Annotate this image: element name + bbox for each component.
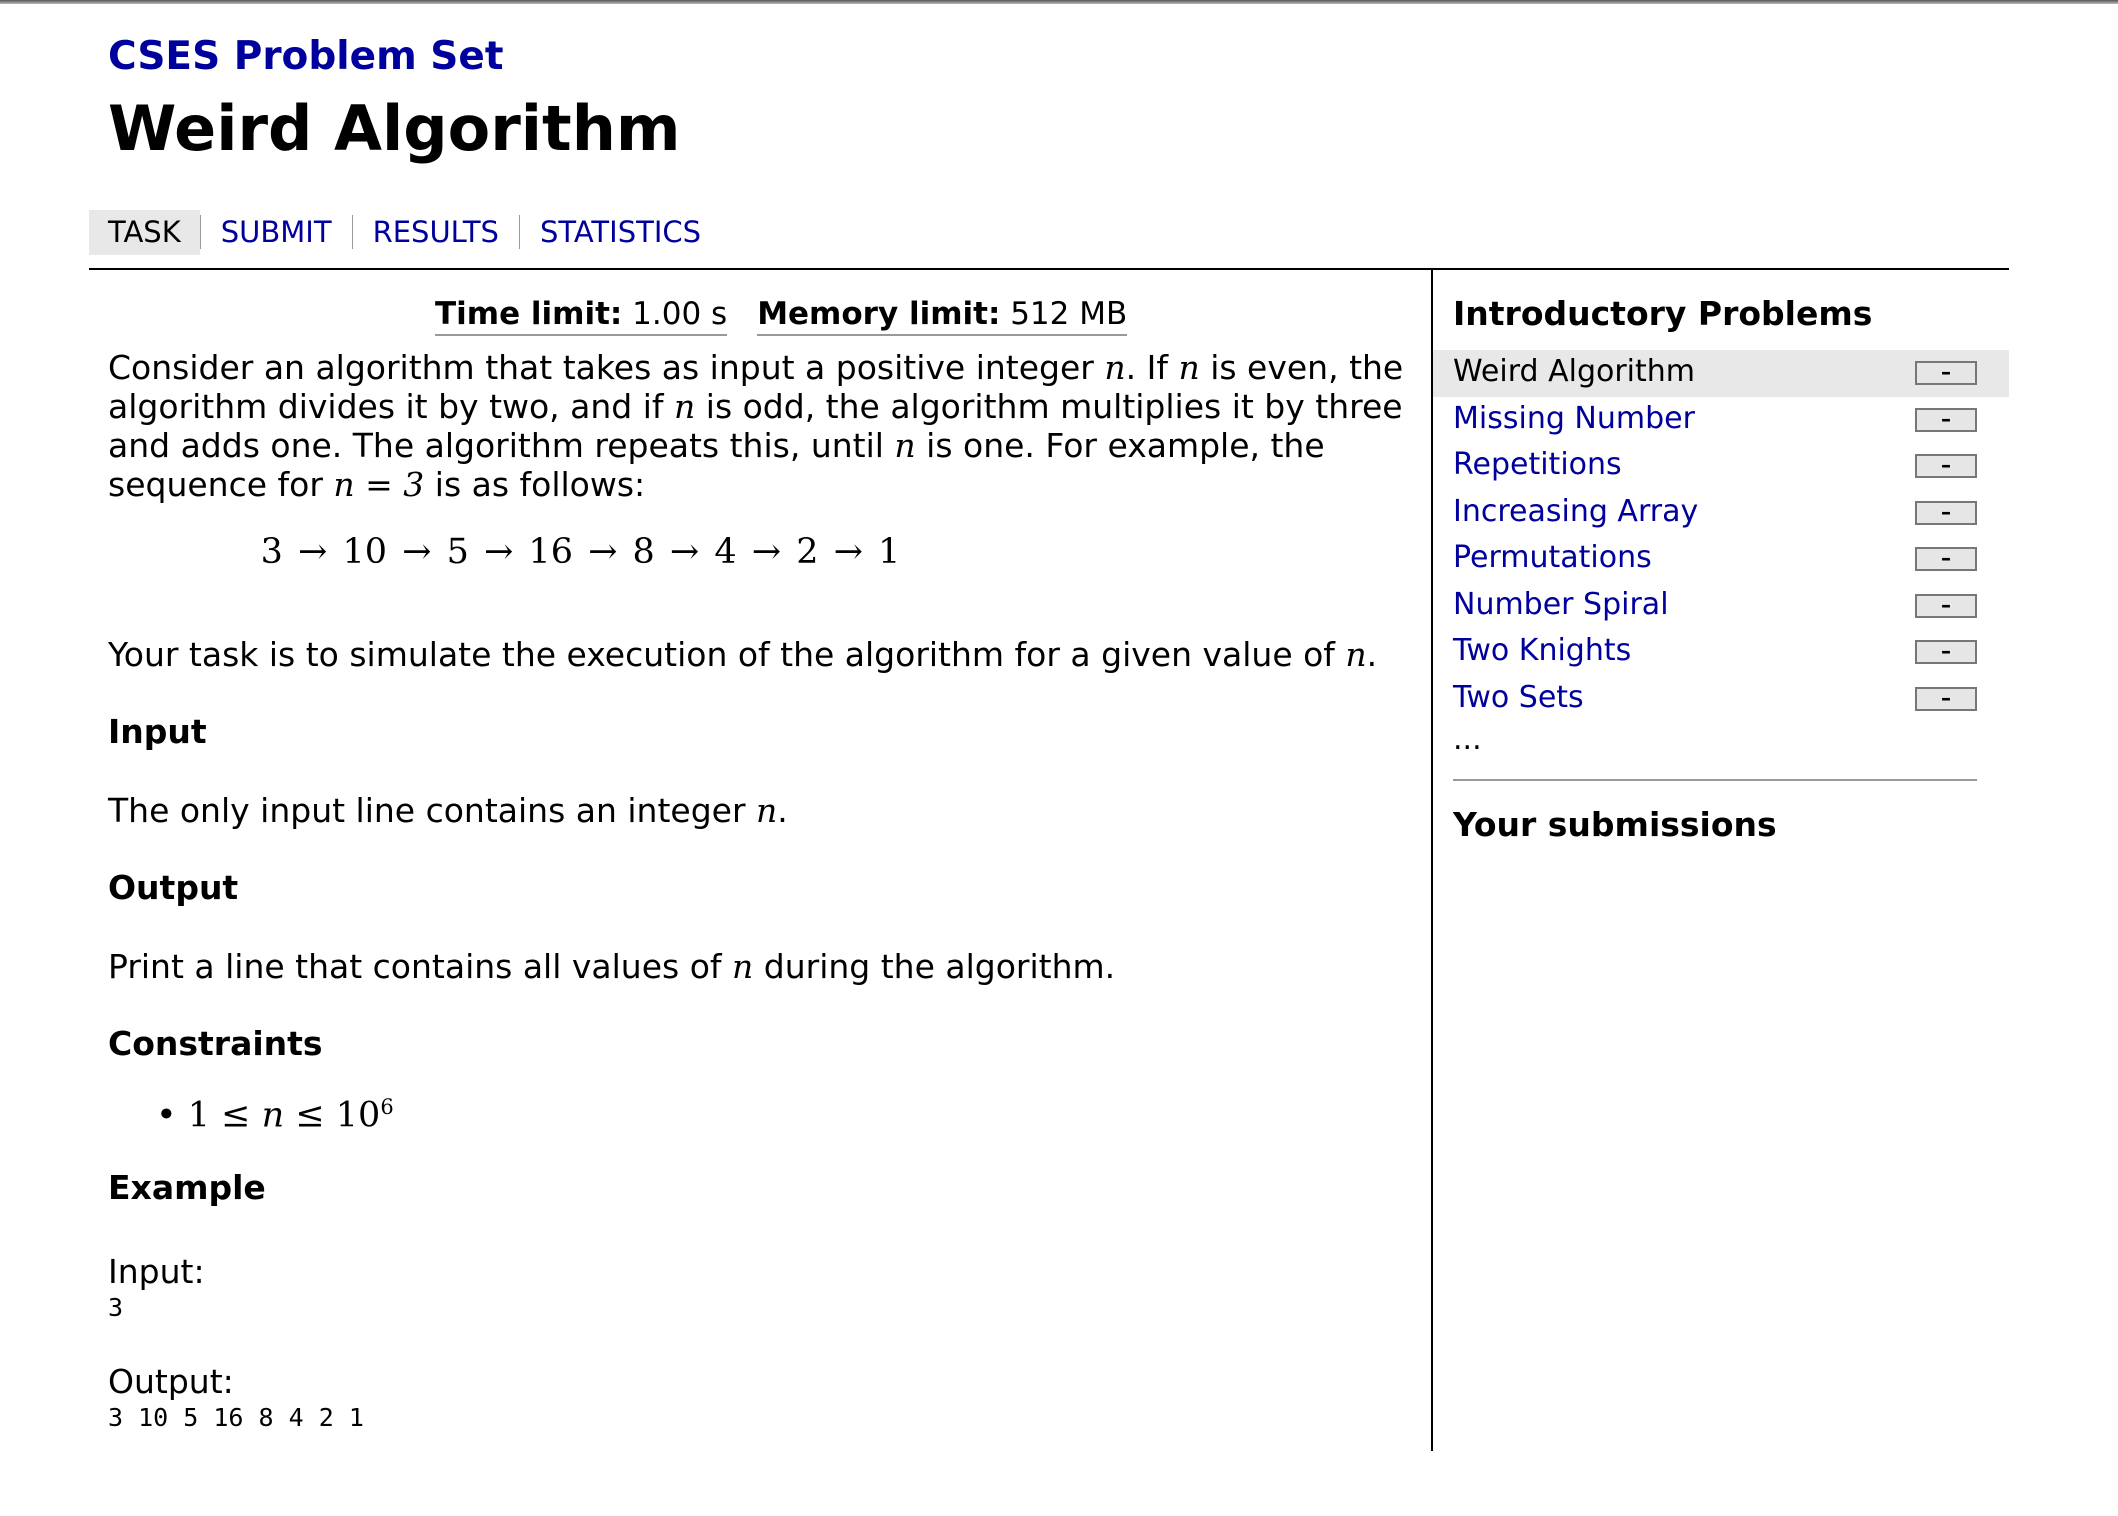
task-paragraph: Your task is to simulate the execution o… [108, 635, 1378, 674]
site-title-link[interactable]: CSES Problem Set [108, 34, 503, 79]
problem-item-missing-number[interactable]: Missing Number – [1433, 397, 2009, 444]
page: CSES Problem Set Weird Algorithm TASK SU… [89, 0, 2009, 1516]
constraint-item: • 1 ≤ n ≤ 106 [156, 1095, 394, 1136]
status-badge: – [1915, 547, 1977, 571]
memory-limit: Memory limit: 512 MB [757, 296, 1128, 336]
status-badge: – [1915, 686, 1977, 711]
problem-item-increasing-array[interactable]: Increasing Array – [1433, 490, 2009, 537]
time-limit-value: 1.00 s [632, 296, 728, 332]
problem-link[interactable]: Repetitions [1453, 447, 1622, 482]
problem-item-two-sets[interactable]: Two Sets – [1433, 676, 2009, 723]
tab-statistics[interactable]: STATISTICS [520, 210, 721, 255]
tab-submit[interactable]: SUBMIT [201, 210, 352, 255]
memory-limit-label: Memory limit: [757, 296, 1001, 332]
status-badge: – [1915, 500, 1977, 525]
problem-item-number-spiral[interactable]: Number Spiral – [1433, 583, 2009, 630]
status-badge: – [1915, 454, 1977, 478]
header-divider [89, 268, 2009, 270]
sidebar-divider [1453, 779, 1977, 781]
more-problems-ellipsis: ... [1453, 722, 1482, 757]
output-heading: Output [108, 868, 239, 907]
tab-task[interactable]: TASK [89, 210, 200, 255]
task-tabs: TASK SUBMIT RESULTS STATISTICS [89, 210, 721, 255]
tab-results[interactable]: RESULTS [353, 210, 519, 255]
problem-item-two-knights[interactable]: Two Knights – [1433, 629, 2009, 676]
submissions-heading: Your submissions [1453, 805, 1777, 844]
output-paragraph: Print a line that contains all values of… [108, 947, 1116, 986]
status-badge: – [1915, 640, 1977, 664]
constraints-heading: Constraints [108, 1024, 323, 1063]
limits: Time limit: 1.00 s Memory limit: 512 MB [435, 296, 1157, 336]
page-title: Weird Algorithm [108, 92, 681, 165]
problem-item-weird-algorithm[interactable]: Weird Algorithm – [1433, 350, 2009, 397]
time-limit-label: Time limit: [435, 296, 623, 332]
status-badge: – [1915, 361, 1977, 385]
problem-item-permutations[interactable]: Permutations – [1433, 536, 2009, 583]
time-limit: Time limit: 1.00 s [435, 296, 728, 336]
problem-item-repetitions[interactable]: Repetitions – [1433, 443, 2009, 490]
problem-link[interactable]: Two Knights [1453, 633, 1631, 668]
problem-link[interactable]: Increasing Array [1453, 494, 1698, 529]
problem-link[interactable]: Number Spiral [1453, 587, 1669, 622]
input-heading: Input [108, 712, 207, 751]
example-output-label: Output: [108, 1362, 234, 1401]
problem-link[interactable]: Missing Number [1453, 401, 1695, 436]
example-input-label: Input: [108, 1252, 205, 1291]
example-input-value: 3 [108, 1293, 124, 1322]
sequence-formula: 3 → 10 → 5 → 16 → 8 → 4 → 2 → 1 [260, 532, 901, 572]
example-output-value: 3 10 5 16 8 4 2 1 [108, 1403, 364, 1432]
status-badge: – [1915, 593, 1977, 618]
problem-list: Weird Algorithm – Missing Number – Repetit… [1433, 350, 2009, 722]
sidebar-heading: Introductory Problems [1453, 294, 1873, 333]
problem-link[interactable]: Two Sets [1453, 680, 1584, 715]
problem-link[interactable]: Permutations [1453, 540, 1652, 575]
input-paragraph: The only input line contains an integer … [108, 791, 788, 830]
statement-paragraph: Consider an algorithm that takes as inpu… [108, 348, 1404, 504]
problem-link[interactable]: Weird Algorithm [1453, 354, 1695, 389]
example-heading: Example [108, 1168, 266, 1207]
status-badge: – [1915, 407, 1977, 432]
memory-limit-value: 512 MB [1010, 296, 1128, 332]
